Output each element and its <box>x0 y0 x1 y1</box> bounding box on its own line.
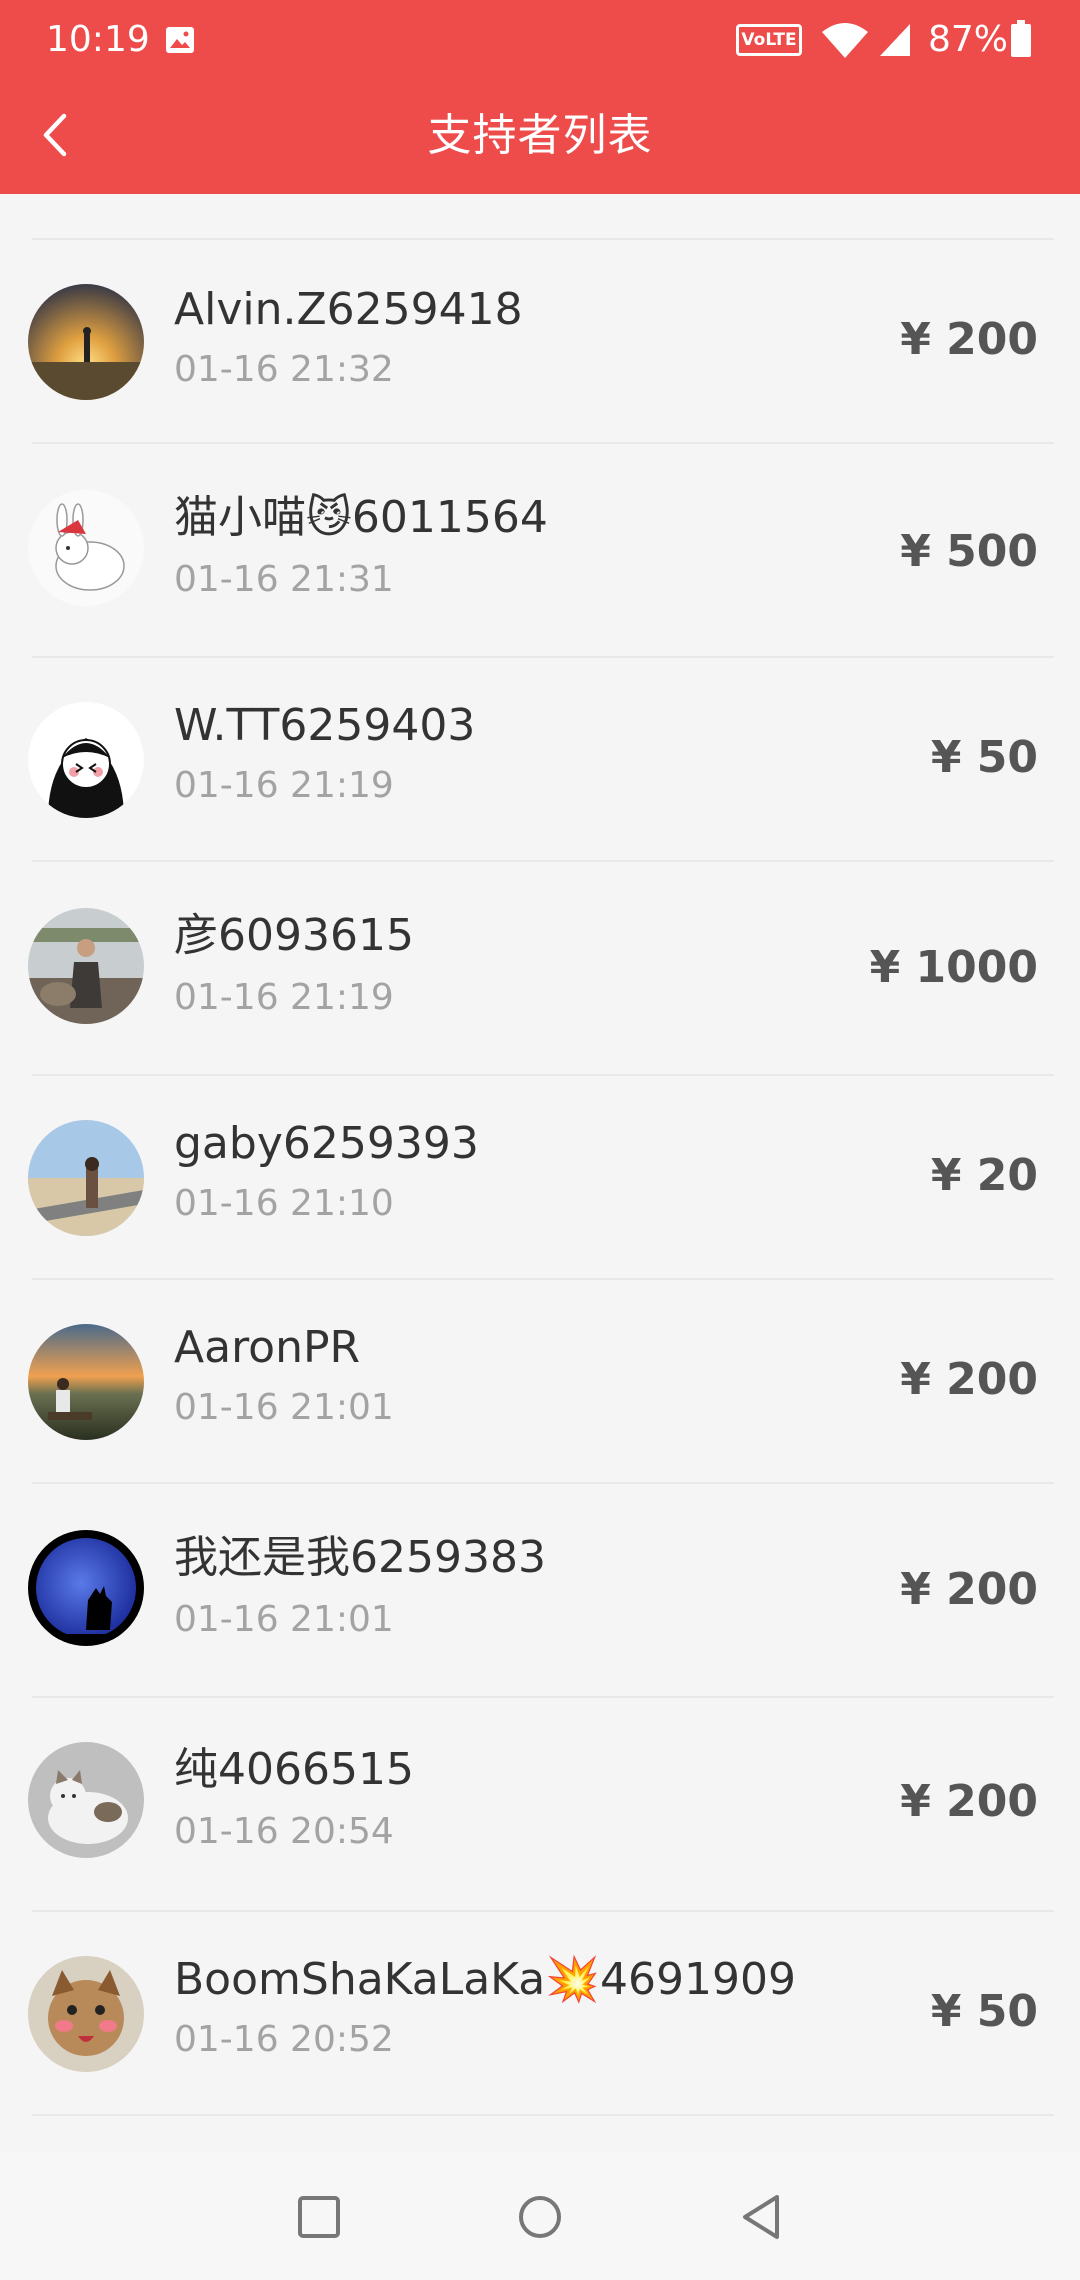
system-nav-bar <box>0 2152 1080 2280</box>
support-time: 01-16 21:19 <box>174 977 394 1018</box>
support-time: 01-16 20:54 <box>174 1811 394 1852</box>
supporter-row[interactable]: Alvin.Z6259418 01-16 21:32 ¥ 200 <box>0 240 1080 444</box>
triangle-back-icon <box>743 2195 779 2239</box>
title-bar: 支持者列表 <box>0 80 1080 194</box>
supporter-name: gaby6259393 <box>174 1118 479 1169</box>
support-amount: ¥ 500 <box>900 526 1038 577</box>
square-recents-icon <box>298 2196 340 2238</box>
supporter-row[interactable]: 彦6093615 01-16 21:19 ¥ 1000 <box>0 862 1080 1076</box>
wifi-icon <box>820 22 870 60</box>
support-time: 01-16 21:32 <box>174 349 394 390</box>
nav-back-button[interactable] <box>727 2182 797 2252</box>
avatar <box>28 1530 144 1646</box>
home-button[interactable] <box>505 2182 575 2252</box>
volte-badge: VoLTE <box>736 24 802 56</box>
supporter-name: Alvin.Z6259418 <box>174 284 523 335</box>
support-time: 01-16 21:19 <box>174 765 394 806</box>
avatar <box>28 1742 144 1858</box>
support-time: 01-16 21:10 <box>174 1183 394 1224</box>
support-amount: ¥ 1000 <box>869 942 1038 993</box>
support-time: 01-16 20:52 <box>174 2019 394 2060</box>
supporter-name: 纯4066515 <box>174 1744 414 1795</box>
supporter-name: 彦6093615 <box>174 910 414 961</box>
supporter-row[interactable]: 猫小喵😼6011564 01-16 21:31 ¥ 500 <box>0 444 1080 658</box>
support-amount: ¥ 20 <box>930 1150 1038 1201</box>
supporter-name: 我还是我6259383 <box>174 1532 546 1583</box>
battery-icon <box>1010 20 1032 58</box>
support-amount: ¥ 50 <box>930 1986 1038 2037</box>
status-bar: 10:19 VoLTE 87% <box>0 0 1080 80</box>
list-divider <box>32 2114 1054 2116</box>
supporter-row[interactable]: W.TT6259403 01-16 21:19 ¥ 50 <box>0 658 1080 862</box>
battery-percent: 87% <box>928 19 1009 60</box>
support-time: 01-16 21:01 <box>174 1387 394 1428</box>
circle-home-icon <box>519 2196 561 2238</box>
supporter-row[interactable]: AaronPR 01-16 21:01 ¥ 200 <box>0 1280 1080 1484</box>
support-amount: ¥ 50 <box>930 732 1038 783</box>
image-icon <box>165 26 195 54</box>
recents-button[interactable] <box>284 2182 354 2252</box>
support-amount: ¥ 200 <box>900 1564 1038 1615</box>
app-header: 10:19 VoLTE 87% 支持者列表 <box>0 0 1080 194</box>
supporter-name: 猫小喵😼6011564 <box>174 492 548 543</box>
support-time: 01-16 21:31 <box>174 559 394 600</box>
supporter-row[interactable]: BoomShaKaLaKa💥4691909 01-16 20:52 ¥ 50 <box>0 1912 1080 2116</box>
supporter-name: W.TT6259403 <box>174 700 476 751</box>
support-amount: ¥ 200 <box>900 314 1038 365</box>
avatar <box>28 1324 144 1440</box>
avatar <box>28 284 144 400</box>
supporter-row[interactable]: 纯4066515 01-16 20:54 ¥ 200 <box>0 1698 1080 1912</box>
supporter-name: BoomShaKaLaKa💥4691909 <box>174 1954 796 2005</box>
support-amount: ¥ 200 <box>900 1354 1038 1405</box>
avatar <box>28 1956 144 2072</box>
supporter-row[interactable]: gaby6259393 01-16 21:10 ¥ 20 <box>0 1076 1080 1280</box>
avatar <box>28 1120 144 1236</box>
avatar <box>28 490 144 606</box>
status-time: 10:19 <box>46 19 150 60</box>
supporter-name: AaronPR <box>174 1322 361 1373</box>
support-time: 01-16 21:01 <box>174 1599 394 1640</box>
signal-icon <box>878 22 912 58</box>
avatar <box>28 702 144 818</box>
supporter-row[interactable]: 我还是我6259383 01-16 21:01 ¥ 200 <box>0 1484 1080 1698</box>
page-title: 支持者列表 <box>427 110 653 161</box>
avatar <box>28 908 144 1024</box>
support-amount: ¥ 200 <box>900 1776 1038 1827</box>
